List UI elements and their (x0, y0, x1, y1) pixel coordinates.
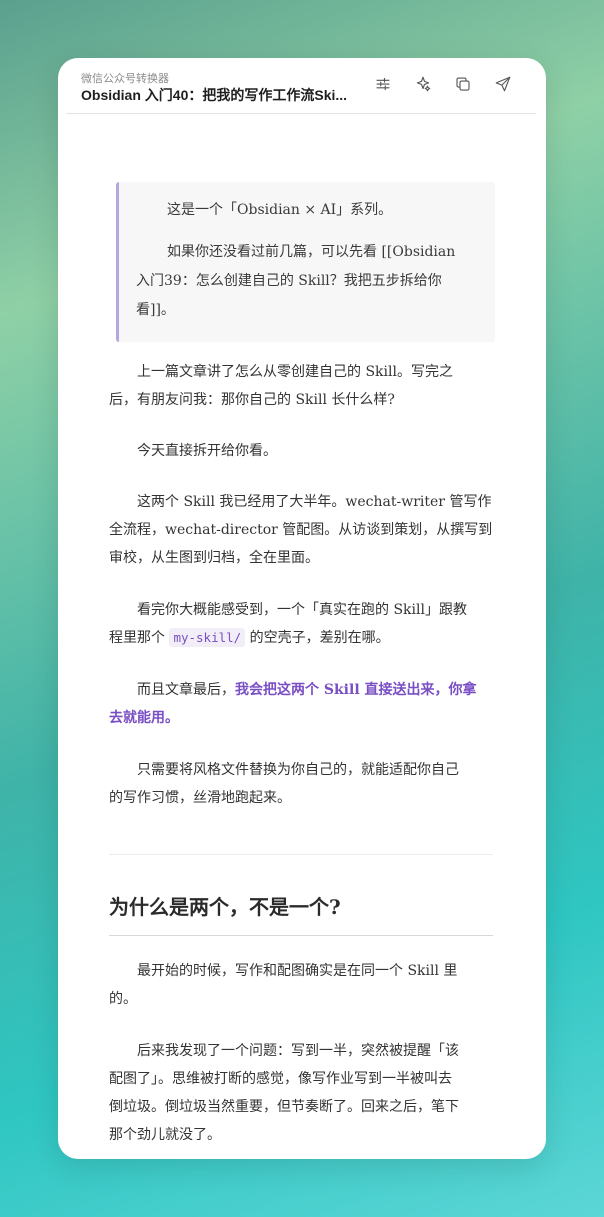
quote-line: 如果你还没看过前几篇，可以先看 [[Obsidian (167, 244, 456, 260)
settings-button[interactable] (371, 74, 395, 98)
section-heading: 为什么是两个，不是一个? (109, 895, 341, 919)
paragraph: 而且文章最后，我会把这两个 Skill 直接送出来，你拿 去就能用。 (109, 682, 477, 726)
section-divider (109, 854, 493, 855)
document-title: Obsidian 入门40：把我的写作工作流Ski... (81, 87, 348, 103)
paragraph: 最开始的时候，写作和配图确实是在同一个 Skill 里的。 (109, 963, 458, 1007)
paragraph: 看完你大概能感受到，一个「真实在跑的 Skill」跟教 程里那个 my-skill… (109, 602, 467, 647)
converter-window: 微信公众号转换器 Obsidian 入门40：把我的写作工作流Ski... 这是… (58, 58, 546, 1159)
paragraph: 这两个 Skill 我已经用了大半年。wechat-writer 管写作 全流程，… (109, 494, 493, 566)
heading-underline (109, 935, 493, 936)
sparkles-icon (414, 75, 432, 98)
ai-assist-button[interactable] (411, 74, 435, 98)
paragraph: 今天直接拆开给你看。 (137, 443, 277, 459)
paragraph: 只需要将风格文件替换为你自己的，就能适配你自己 的写作习惯，丝滑地跑起来。 (109, 762, 459, 806)
paragraph: 上一篇文章讲了怎么从零创建自己的 Skill。写完之 后，有朋友问我：那你自己的 … (109, 364, 453, 408)
sliders-icon (374, 75, 392, 98)
app-name: 微信公众号转换器 (81, 73, 169, 85)
quote-line: 看]]。 (136, 302, 175, 318)
send-icon (494, 75, 512, 98)
quote-line: 这是一个「Obsidian × AI」系列。 (167, 202, 393, 218)
highlight-text: 我会把这两个 Skill 直接送出来，你拿 (235, 682, 477, 698)
article-preview[interactable]: 这是一个「Obsidian × AI」系列。 如果你还没看过前几篇，可以先看 [… (58, 114, 546, 1159)
paragraph: 后来我发现了一个问题：写到一半，突然被提醒「该 配图了」。思维被打断的感觉，像写作… (109, 1043, 459, 1143)
quote-line: 入门39：怎么创建自己的 Skill？我把五步拆给你 (136, 273, 442, 289)
inline-code: my-skill/ (169, 628, 246, 647)
series-blockquote: 这是一个「Obsidian × AI」系列。 如果你还没看过前几篇，可以先看 [… (116, 182, 495, 342)
highlight-text: 去就能用。 (109, 710, 179, 726)
copy-icon (454, 75, 472, 98)
send-button[interactable] (491, 74, 515, 98)
copy-button[interactable] (451, 74, 475, 98)
header: 微信公众号转换器 Obsidian 入门40：把我的写作工作流Ski... (58, 58, 546, 114)
